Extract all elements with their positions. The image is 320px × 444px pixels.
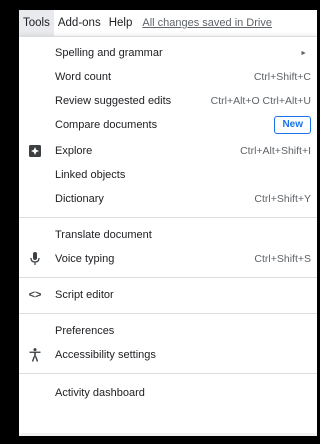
microphone-icon [27,251,43,267]
tools-dropdown-menu: Spelling and grammar ► Word count Ctrl+S… [19,36,317,436]
menu-divider [19,313,317,314]
new-badge: New [274,116,311,134]
menu-item-compare-documents[interactable]: Compare documents New [19,113,317,137]
menu-divider [19,373,317,374]
menu-item-label: Spelling and grammar [55,47,163,59]
menu-item-label: Explore [55,145,93,157]
submenu-arrow-icon: ► [300,49,307,57]
menu-item-label: Preferences [55,325,115,337]
code-icon: <> [28,289,42,301]
menu-item-preferences[interactable]: Preferences [19,319,317,343]
menu-bottom-edge [19,433,317,436]
menu-item-shortcut: Ctrl+Alt+Shift+I [240,145,311,157]
menu-item-label: Accessibility settings [55,349,156,361]
explore-icon [27,143,43,159]
menu-item-shortcut: Ctrl+Shift+Y [254,193,311,205]
menu-item-shortcut: Ctrl+Alt+O Ctrl+Alt+U [210,95,311,107]
menu-item-review-suggested-edits[interactable]: Review suggested edits Ctrl+Alt+O Ctrl+A… [19,89,317,113]
menu-item-label: Script editor [55,289,114,301]
menu-item-label: Dictionary [55,193,104,205]
menu-divider [19,217,317,218]
menu-item-translate-document[interactable]: Translate document [19,223,317,247]
menu-item-accessibility-settings[interactable]: Accessibility settings [19,343,317,367]
menu-item-label: Compare documents [55,119,158,131]
accessibility-icon [27,347,43,363]
menu-divider [19,277,317,278]
menu-item-label: Translate document [55,229,152,241]
menu-item-label: Voice typing [55,253,115,265]
menu-item-label: Review suggested edits [55,95,172,107]
menu-item-spelling-grammar[interactable]: Spelling and grammar ► [19,41,317,65]
menu-item-script-editor[interactable]: <> Script editor [19,283,317,307]
menu-tools[interactable]: Tools [19,10,54,36]
menu-item-label: Linked objects [55,169,126,181]
menu-item-explore[interactable]: Explore Ctrl+Alt+Shift+I [19,139,317,163]
menu-item-shortcut: Ctrl+Shift+S [254,253,311,265]
menu-item-activity-dashboard[interactable]: Activity dashboard [19,381,317,405]
docs-window: Tools Add-ons Help All changes saved in … [19,10,317,436]
menu-item-label: Activity dashboard [55,387,145,399]
menu-item-shortcut: Ctrl+Shift+C [253,71,311,83]
menu-item-label: Word count [55,71,112,83]
menu-bar: Tools Add-ons Help All changes saved in … [19,10,317,36]
save-status-link[interactable]: All changes saved in Drive [142,17,272,29]
menu-item-word-count[interactable]: Word count Ctrl+Shift+C [19,65,317,89]
menu-item-linked-objects[interactable]: Linked objects [19,163,317,187]
menu-item-dictionary[interactable]: Dictionary Ctrl+Shift+Y [19,187,317,211]
menu-item-voice-typing[interactable]: Voice typing Ctrl+Shift+S [19,247,317,271]
menu-addons[interactable]: Add-ons [54,10,105,36]
menu-help[interactable]: Help [105,10,137,36]
